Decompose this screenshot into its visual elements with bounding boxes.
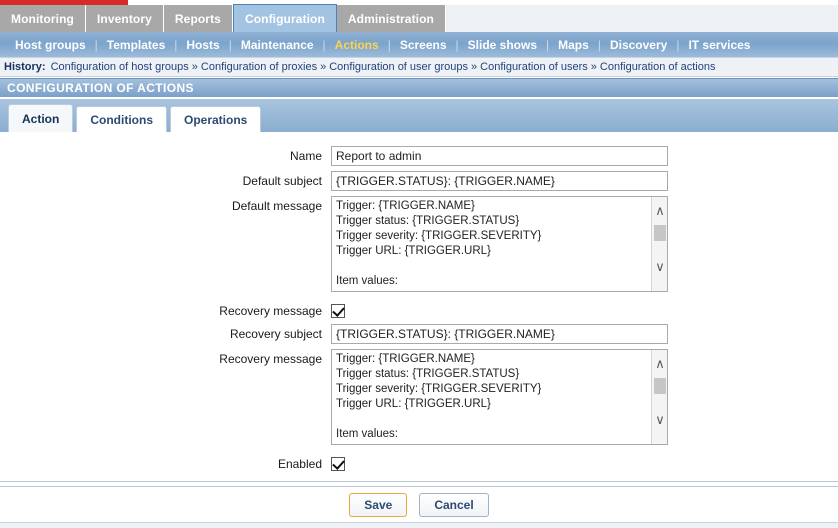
field-row-recovery-subject: Recovery subject (0, 324, 668, 344)
main-menu-item-configuration[interactable]: Configuration (232, 4, 337, 32)
save-button[interactable]: Save (349, 492, 408, 517)
recovery-message-textarea[interactable]: Trigger: {TRIGGER.NAME} Trigger status: … (331, 349, 668, 445)
default-message-label: Default message (231, 199, 322, 213)
default-subject-label: Default subject (242, 174, 322, 188)
enabled-checkbox[interactable] (331, 457, 345, 471)
sub-menu-item-screens[interactable]: Screens (391, 38, 456, 52)
scroll-up-icon[interactable]: ∧ (652, 203, 667, 219)
breadcrumb-link[interactable]: Configuration of proxies (201, 61, 317, 73)
breadcrumb-separator: » (590, 61, 597, 73)
main-menu-item-administration[interactable]: Administration (336, 5, 446, 32)
field-row-name: Name (0, 146, 668, 166)
breadcrumb-separator: » (320, 61, 327, 73)
page-bottom-edge (0, 522, 838, 528)
recovery-message-checkbox[interactable] (331, 304, 345, 318)
breadcrumb-link[interactable]: Configuration of actions (600, 61, 716, 73)
sub-menu-item-slide-shows[interactable]: Slide shows (459, 38, 546, 52)
breadcrumb-link[interactable]: Configuration of users (480, 61, 588, 73)
recovery-message-scrollbar[interactable]: ∧ ∨ (651, 350, 667, 444)
page-title-bar: CONFIGURATION OF ACTIONS (0, 78, 838, 98)
sub-menu-item-actions[interactable]: Actions (326, 38, 388, 52)
form-tab-strip: Action Conditions Operations (0, 99, 838, 132)
page-title: CONFIGURATION OF ACTIONS (7, 81, 194, 95)
breadcrumb-link[interactable]: Configuration of host groups (51, 61, 189, 73)
form-footer: Save Cancel (0, 486, 838, 522)
sub-menu-bar: Host groups | Templates | Hosts | Maintenance |… (0, 32, 838, 58)
default-message-textarea[interactable]: Trigger: {TRIGGER.NAME} Trigger status: … (331, 196, 668, 292)
recovery-message-label: Recovery message (219, 304, 322, 318)
sub-menu-item-host-groups[interactable]: Host groups (6, 38, 95, 52)
main-menu-item-reports[interactable]: Reports (163, 5, 233, 32)
enabled-label: Enabled (277, 457, 322, 471)
recovery-message-body-label: Recovery message (219, 352, 322, 366)
tab-operations[interactable]: Operations (170, 106, 262, 132)
field-row-recovery-message-toggle: Recovery message (0, 301, 345, 321)
breadcrumb-label: History: (4, 61, 46, 73)
main-menu-item-inventory[interactable]: Inventory (85, 5, 164, 32)
breadcrumb: History: Configuration of host groups» Co… (0, 58, 838, 77)
main-menu-item-monitoring[interactable]: Monitoring (0, 5, 86, 32)
main-menu-bar: Monitoring Inventory Reports Configuration A… (0, 4, 838, 32)
field-row-default-subject: Default subject (0, 171, 668, 191)
field-row-default-message: Default message Trigger: {TRIGGER.NAME} … (0, 196, 668, 292)
field-row-enabled: Enabled (0, 454, 345, 474)
main-menu-filler (445, 5, 838, 32)
scroll-down-icon[interactable]: ∨ (652, 259, 667, 275)
scrollbar-thumb[interactable] (654, 378, 666, 394)
sub-menu-item-hosts[interactable]: Hosts (177, 38, 228, 52)
sub-menu-item-maintenance[interactable]: Maintenance (232, 38, 323, 52)
recovery-subject-label: Recovery subject (229, 327, 322, 341)
main-menu-items: Monitoring Inventory Reports Configuration A… (0, 4, 446, 32)
default-subject-input[interactable] (331, 171, 668, 191)
sub-menu-item-maps[interactable]: Maps (549, 38, 598, 52)
recovery-message-text: Trigger: {TRIGGER.NAME} Trigger status: … (336, 353, 542, 440)
scroll-up-icon[interactable]: ∧ (652, 356, 667, 372)
breadcrumb-separator: » (471, 61, 478, 73)
breadcrumb-separator: » (191, 61, 198, 73)
sub-menu-item-discovery[interactable]: Discovery (601, 38, 676, 52)
sub-menu-item-it-services[interactable]: IT services (679, 38, 759, 52)
field-row-recovery-message-body: Recovery message Trigger: {TRIGGER.NAME}… (0, 349, 668, 445)
scroll-down-icon[interactable]: ∨ (652, 412, 667, 428)
breadcrumb-items: Configuration of host groups» Configurati… (51, 61, 716, 73)
name-input[interactable] (331, 146, 668, 166)
recovery-subject-input[interactable] (331, 324, 668, 344)
action-form: Name Default subject Default message Tri… (0, 132, 838, 482)
breadcrumb-link[interactable]: Configuration of user groups (329, 61, 468, 73)
sub-menu-item-templates[interactable]: Templates (98, 38, 174, 52)
tab-conditions[interactable]: Conditions (76, 106, 167, 132)
cancel-button[interactable]: Cancel (419, 492, 489, 517)
default-message-text: Trigger: {TRIGGER.NAME} Trigger status: … (336, 200, 542, 287)
scrollbar-thumb[interactable] (654, 225, 666, 241)
default-message-scrollbar[interactable]: ∧ ∨ (651, 197, 667, 291)
name-label: Name (289, 149, 322, 163)
tab-action[interactable]: Action (8, 104, 74, 132)
